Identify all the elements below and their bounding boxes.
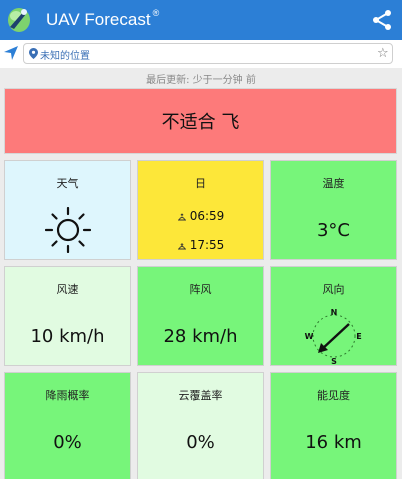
search-placeholder: 未知的位置: [40, 51, 90, 62]
cloud-cover-label: 云覆盖率: [178, 389, 223, 402]
share-icon[interactable]: [371, 9, 393, 31]
compass-west: W: [305, 332, 314, 341]
sun-times-tile[interactable]: 日 06:59 17:55: [137, 160, 264, 260]
last-updated-text: 最后更新: 少于一分钟 前: [146, 75, 256, 86]
precipitation-tile[interactable]: 降雨概率 0%: [4, 372, 131, 479]
sun-icon: [45, 207, 91, 253]
visibility-tile[interactable]: 能见度 16 km: [270, 372, 397, 479]
wind-direction-label: 风向: [322, 283, 345, 296]
sun-label: 日: [195, 177, 206, 190]
weather-label: 天气: [56, 177, 79, 190]
visibility-value: 16 km: [305, 432, 362, 453]
gusts-label: 阵风: [189, 283, 212, 296]
compass-icon: N S W E: [305, 308, 362, 366]
visibility-label: 能见度: [317, 389, 350, 402]
precipitation-value: 0%: [53, 432, 82, 453]
sunset-row: 17:55: [138, 238, 263, 252]
compass-east: E: [356, 332, 361, 341]
navigation-arrow-icon[interactable]: [3, 45, 19, 61]
wind-speed-label: 风速: [56, 283, 79, 296]
app-bar: UAV Forecast ®: [0, 0, 402, 40]
sunrise-row: 06:59: [138, 209, 263, 223]
gusts-tile[interactable]: 阵风 28 km/h: [137, 266, 264, 366]
app-title: UAV Forecast ®: [46, 8, 160, 29]
weather-tile[interactable]: 天气: [4, 160, 131, 260]
precipitation-label: 降雨概率: [45, 389, 90, 402]
wind-speed-value: 10 km/h: [30, 326, 105, 347]
app-logo-icon: [8, 8, 30, 32]
fly-verdict-banner[interactable]: 不适合 飞: [4, 88, 397, 154]
cloud-cover-tile[interactable]: 云覆盖率 0%: [137, 372, 264, 479]
favorite-star-icon[interactable]: ☆: [377, 44, 389, 63]
temperature-label: 温度: [322, 177, 345, 190]
sunrise-time: 06:59: [189, 209, 225, 223]
wind-direction-tile[interactable]: 风向 N S W E: [270, 266, 397, 366]
wind-speed-tile[interactable]: 风速 10 km/h: [4, 266, 131, 366]
cloud-cover-value: 0%: [186, 432, 215, 453]
compass-north: N: [331, 308, 338, 317]
location-pin-icon: [29, 48, 38, 59]
sunrise-icon: [177, 212, 186, 220]
sunset-time: 17:55: [189, 238, 225, 252]
sunset-icon: [177, 242, 186, 249]
temperature-tile[interactable]: 温度 3°C: [270, 160, 397, 260]
gusts-value: 28 km/h: [163, 326, 238, 347]
compass-south: S: [331, 357, 337, 366]
location-bar: 未知的位置 ☆: [0, 40, 402, 68]
temperature-value: 3°C: [316, 220, 351, 241]
location-search-input[interactable]: 未知的位置 ☆: [23, 43, 393, 64]
